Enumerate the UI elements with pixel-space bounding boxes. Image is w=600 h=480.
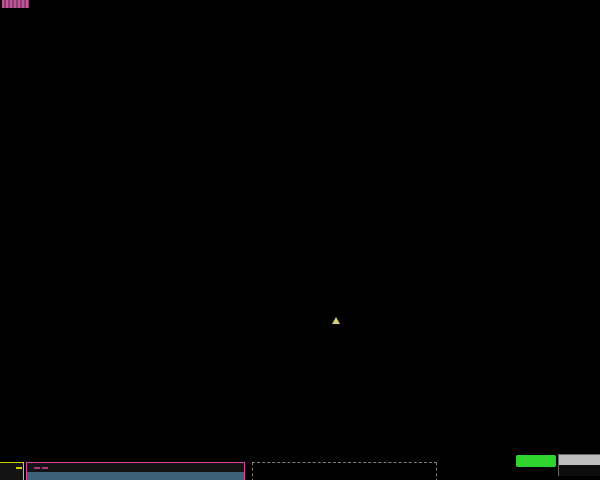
timebase-title [559, 455, 600, 465]
c1-volts-per-div [0, 472, 23, 480]
trigger-time-marker-icon[interactable] [332, 317, 340, 324]
timebase-descriptor[interactable] [558, 454, 600, 476]
c2-coupling-badge [42, 467, 48, 469]
descriptor-bar [0, 462, 600, 480]
time-axis [0, 324, 600, 338]
channel-c1-descriptor[interactable] [0, 462, 24, 480]
timebase-value [559, 465, 600, 476]
trace-label-badge [2, 0, 29, 8]
hd-mode-badge[interactable] [516, 455, 556, 467]
c2-esr-badge [34, 467, 40, 469]
waveform-display[interactable] [0, 0, 600, 330]
measurement-histicons [0, 426, 600, 462]
c2-volts-per-div [27, 472, 244, 480]
c1-coupling-badge [16, 467, 22, 469]
add-trace-button[interactable] [252, 462, 437, 480]
oscilloscope-screen [0, 0, 600, 480]
channel-c2-descriptor[interactable] [26, 462, 245, 480]
